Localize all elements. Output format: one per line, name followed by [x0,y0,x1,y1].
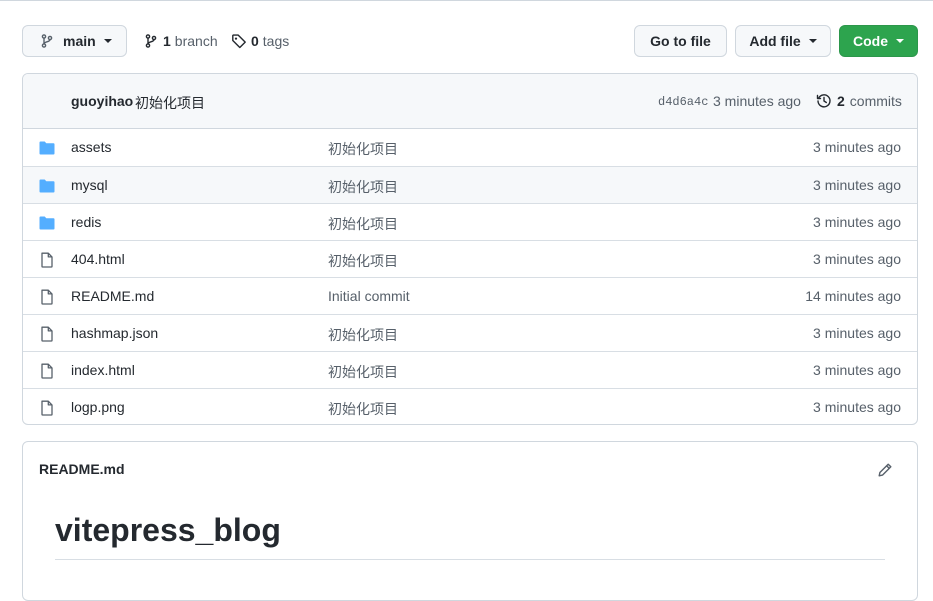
branch-count: 1 [163,33,171,49]
readme-title: README.md [39,461,125,477]
folder-icon [39,215,55,231]
add-file-label: Add file [749,33,801,49]
folder-icon [39,178,55,194]
add-file-button[interactable]: Add file [735,25,831,57]
tag-count: 0 [251,33,259,49]
file-commit-time: 3 minutes ago [813,325,901,341]
file-name-link[interactable]: hashmap.json [71,325,158,341]
file-row[interactable]: assets 初始化项目 3 minutes ago [23,129,917,166]
file-name-link[interactable]: mysql [71,177,108,193]
commit-message[interactable]: 初始化项目 [135,93,205,113]
commit-sha[interactable]: d4d6a4c [658,95,708,109]
file-name-link[interactable]: logp.png [71,399,125,415]
file-name-link[interactable]: index.html [71,362,135,378]
chevron-down-icon [896,39,904,43]
file-row[interactable]: redis 初始化项目 3 minutes ago [23,203,917,240]
history-icon [816,93,832,109]
commits-link[interactable]: 2 commits [816,93,902,109]
file-name-link[interactable]: redis [71,214,101,230]
folder-icon [39,140,55,156]
branch-label: main [63,33,96,49]
file-commit-message-link[interactable]: 初始化项目 [328,139,398,159]
file-icon [39,363,55,379]
file-commit-time: 3 minutes ago [813,139,901,155]
chevron-down-icon [808,39,817,43]
file-commit-message-link[interactable]: 初始化项目 [328,362,398,382]
file-icon [39,400,55,416]
pencil-icon[interactable] [877,462,893,478]
readme-heading: vitepress_blog [55,512,885,560]
file-name-link[interactable]: 404.html [71,251,125,267]
file-commit-message-link[interactable]: 初始化项目 [328,399,398,419]
git-branch-icon [39,33,55,49]
file-commit-time: 3 minutes ago [813,177,901,193]
tag-word: tags [262,33,290,49]
file-commit-message-link[interactable]: 初始化项目 [328,177,398,197]
file-row[interactable]: mysql 初始化项目 3 minutes ago [23,166,917,203]
branch-select-button[interactable]: main [22,25,127,57]
commit-count: 2 [837,93,845,109]
top-divider [0,0,933,1]
file-commit-time: 3 minutes ago [813,362,901,378]
file-row[interactable]: README.md Initial commit 14 minutes ago [23,277,917,314]
file-commit-time: 3 minutes ago [813,399,901,415]
file-commit-message-link[interactable]: 初始化项目 [328,251,398,271]
file-commit-message-link[interactable]: 初始化项目 [328,214,398,234]
file-name-link[interactable]: assets [71,139,111,155]
tags-link[interactable]: 0 tags [231,25,289,57]
file-name-link[interactable]: README.md [71,288,154,304]
git-branch-icon [143,33,159,49]
file-commit-time: 14 minutes ago [805,288,901,304]
latest-commit-bar: guoyihao 初始化项目 d4d6a4c 3 minutes ago 2 c… [23,74,917,129]
code-label: Code [853,33,888,49]
commit-author[interactable]: guoyihao [71,93,133,109]
file-commit-time: 3 minutes ago [813,251,901,267]
branches-link[interactable]: 1 branch [143,25,218,57]
code-button[interactable]: Code [839,25,918,57]
go-to-file-button[interactable]: Go to file [634,25,727,57]
branch-word: branch [174,33,218,49]
file-commit-message-link[interactable]: 初始化项目 [328,325,398,345]
file-icon [39,252,55,268]
file-browser: guoyihao 初始化项目 d4d6a4c 3 minutes ago 2 c… [22,73,918,425]
file-row[interactable]: hashmap.json 初始化项目 3 minutes ago [23,314,917,351]
file-icon [39,326,55,342]
commit-time: 3 minutes ago [713,93,801,109]
file-commit-time: 3 minutes ago [813,214,901,230]
commit-word: commits [849,93,902,109]
file-row[interactable]: 404.html 初始化项目 3 minutes ago [23,240,917,277]
repo-toolbar: main 1 branch 0 tags Go to file Add file… [22,25,918,57]
file-row[interactable]: logp.png 初始化项目 3 minutes ago [23,388,917,424]
file-row[interactable]: index.html 初始化项目 3 minutes ago [23,351,917,388]
tag-icon [231,33,247,49]
file-commit-message-link[interactable]: Initial commit [328,288,410,304]
chevron-down-icon [103,39,112,43]
readme-box: README.md vitepress_blog [22,441,918,601]
file-icon [39,289,55,305]
